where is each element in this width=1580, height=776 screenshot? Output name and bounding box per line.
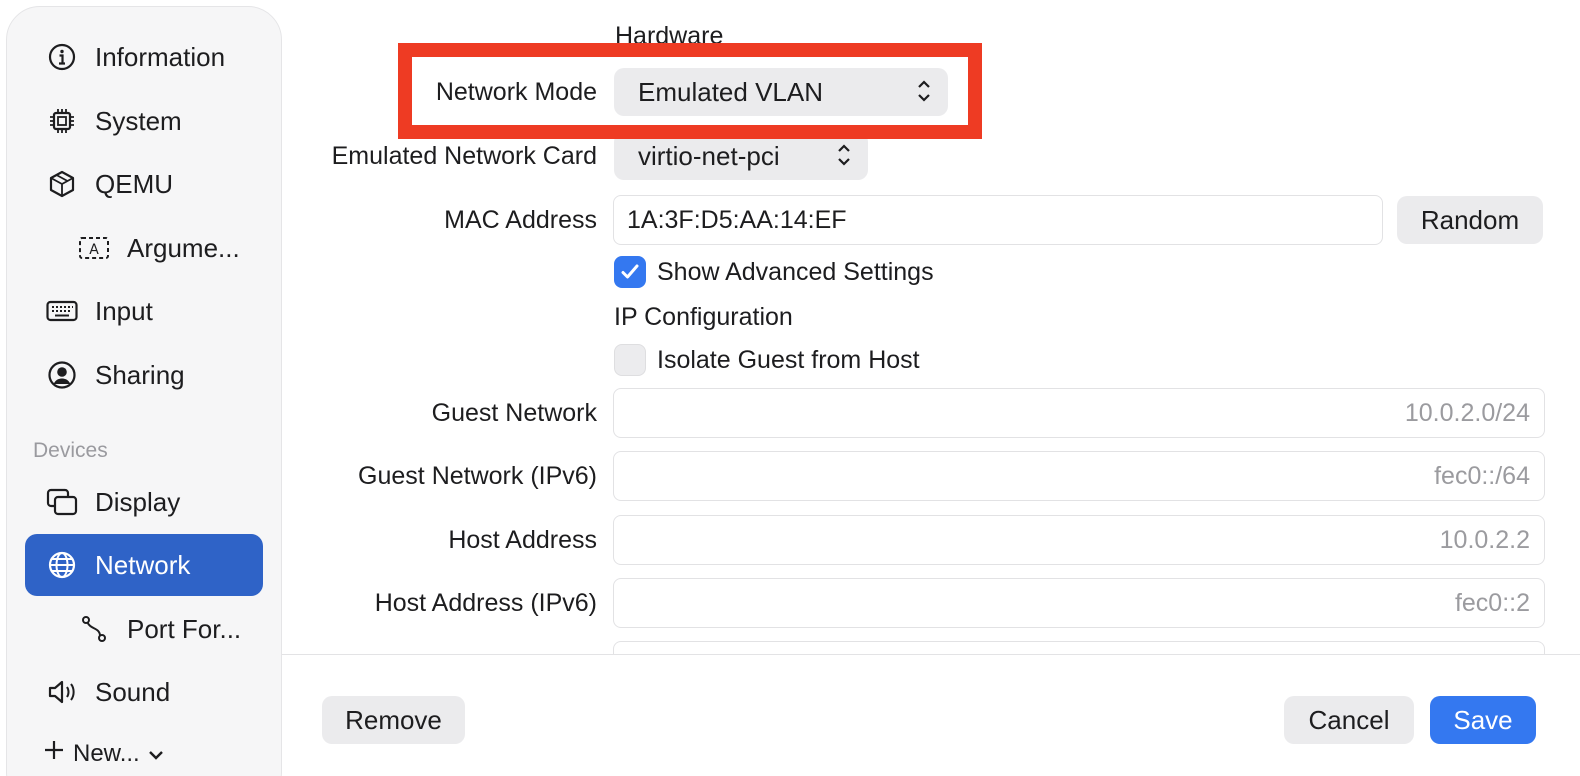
show-advanced-settings-toggle[interactable]: Show Advanced Settings (614, 256, 934, 288)
network-card-label: Emulated Network Card (331, 142, 597, 170)
up-down-chevron-icon (836, 142, 852, 175)
speaker-icon (45, 675, 79, 709)
mac-address-input[interactable]: 1A:3F:D5:AA:14:EF (613, 195, 1383, 245)
isolate-guest-label: Isolate Guest from Host (657, 345, 920, 374)
cube-icon (45, 167, 79, 201)
mac-address-label: MAC Address (444, 206, 597, 234)
sidebar-item-sharing[interactable]: Sharing (25, 344, 263, 406)
info-circle-icon (45, 40, 79, 74)
cancel-button[interactable]: Cancel (1284, 696, 1414, 744)
network-card-select[interactable]: virtio-net-pci (614, 132, 868, 180)
host-address-ipv6-input[interactable]: fec0::2 (613, 578, 1545, 628)
sidebar-item-information[interactable]: Information (25, 26, 263, 88)
settings-window: Information System QEMU A Argume... Inpu… (0, 0, 1580, 776)
network-card-value: virtio-net-pci (638, 140, 780, 171)
cpu-chip-icon (45, 104, 79, 138)
sidebar-item-port-forward[interactable]: Port For... (57, 598, 263, 660)
new-device-label: New... (73, 739, 140, 767)
guest-network-ipv6-input[interactable]: fec0::/64 (613, 451, 1545, 501)
save-button[interactable]: Save (1430, 696, 1536, 744)
globe-icon (45, 548, 79, 582)
remove-button[interactable]: Remove (322, 696, 465, 744)
sidebar-item-sound[interactable]: Sound (25, 661, 263, 723)
display-windows-icon (45, 485, 79, 519)
sidebar-item-label: System (95, 105, 182, 136)
isolate-guest-toggle[interactable]: Isolate Guest from Host (614, 344, 920, 376)
sidebar-item-input[interactable]: Input (25, 280, 263, 342)
sidebar-item-system[interactable]: System (25, 90, 263, 152)
checkbox-checked[interactable] (614, 256, 646, 288)
sidebar-item-network[interactable]: Network (25, 534, 263, 596)
sidebar-item-label: Network (95, 549, 191, 580)
host-address-ipv6-label: Host Address (IPv6) (374, 589, 597, 617)
route-icon (77, 612, 111, 646)
devices-section-header: Devices (33, 439, 108, 462)
footer-divider (282, 654, 1580, 655)
sidebar-item-arguments[interactable]: A Argume... (57, 217, 263, 279)
guest-network-input[interactable]: 10.0.2.0/24 (613, 388, 1545, 438)
sidebar: Information System QEMU A Argume... Inpu… (6, 6, 282, 776)
keyboard-icon (45, 294, 79, 328)
sidebar-item-label: Port For... (127, 613, 242, 644)
annotation-highlight-box (398, 43, 982, 139)
sidebar-item-label: Sound (95, 676, 171, 707)
text-box-icon: A (77, 231, 111, 265)
host-address-input[interactable]: 10.0.2.2 (613, 515, 1545, 565)
sidebar-item-label: QEMU (95, 168, 173, 199)
sidebar-item-label: Information (95, 41, 226, 72)
chevron-down-icon (148, 740, 164, 768)
next-field-clipped (613, 641, 1545, 654)
svg-text:A: A (89, 242, 99, 258)
sidebar-item-label: Input (95, 295, 153, 326)
sidebar-item-label: Sharing (95, 359, 185, 390)
show-advanced-settings-label: Show Advanced Settings (657, 257, 934, 286)
plus-icon (43, 739, 65, 768)
person-circle-icon (45, 358, 79, 392)
sidebar-item-label: Argume... (127, 232, 240, 263)
checkmark-icon (621, 264, 639, 279)
sidebar-item-qemu[interactable]: QEMU (25, 153, 263, 215)
guest-network-label: Guest Network (431, 399, 597, 427)
sidebar-item-display[interactable]: Display (25, 471, 263, 533)
new-device-button[interactable]: New... (43, 739, 164, 768)
guest-network-ipv6-label: Guest Network (IPv6) (358, 462, 597, 490)
random-mac-button[interactable]: Random (1397, 196, 1543, 244)
sidebar-item-label: Display (95, 486, 181, 517)
host-address-label: Host Address (448, 526, 597, 554)
ip-configuration-title: IP Configuration (614, 303, 793, 331)
checkbox-unchecked[interactable] (614, 344, 646, 376)
